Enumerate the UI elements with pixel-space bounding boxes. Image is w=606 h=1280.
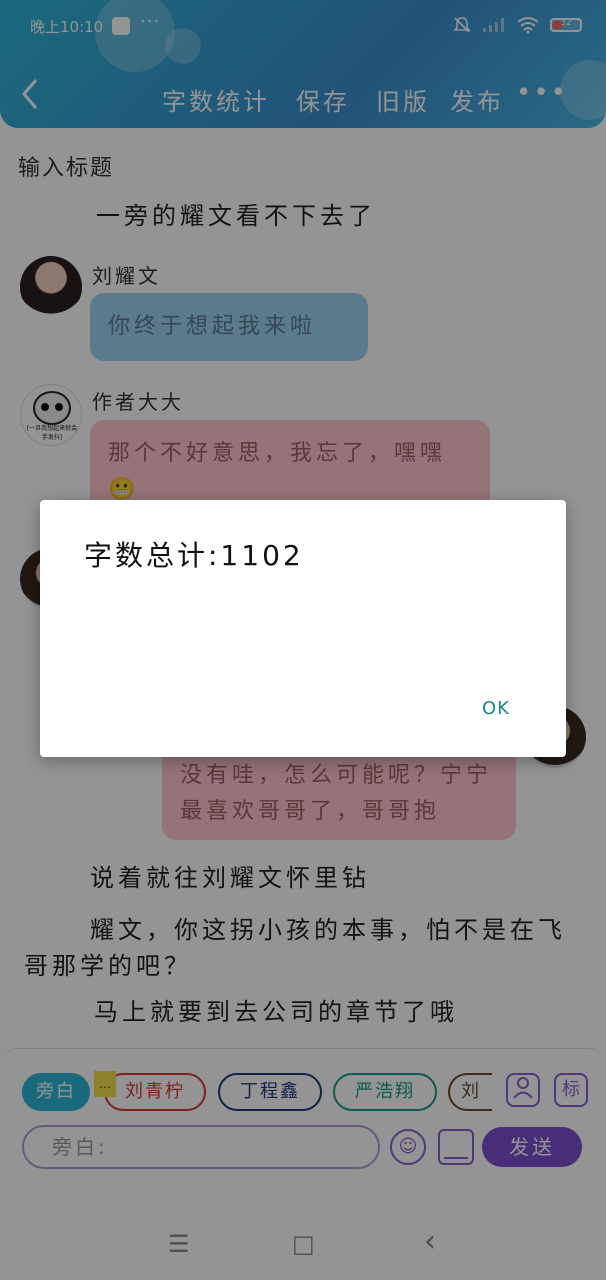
word-count-dialog: 字数总计:1102 OK: [40, 500, 566, 757]
dialog-message: 字数总计:1102: [84, 539, 304, 572]
ok-button[interactable]: OK: [482, 698, 510, 719]
